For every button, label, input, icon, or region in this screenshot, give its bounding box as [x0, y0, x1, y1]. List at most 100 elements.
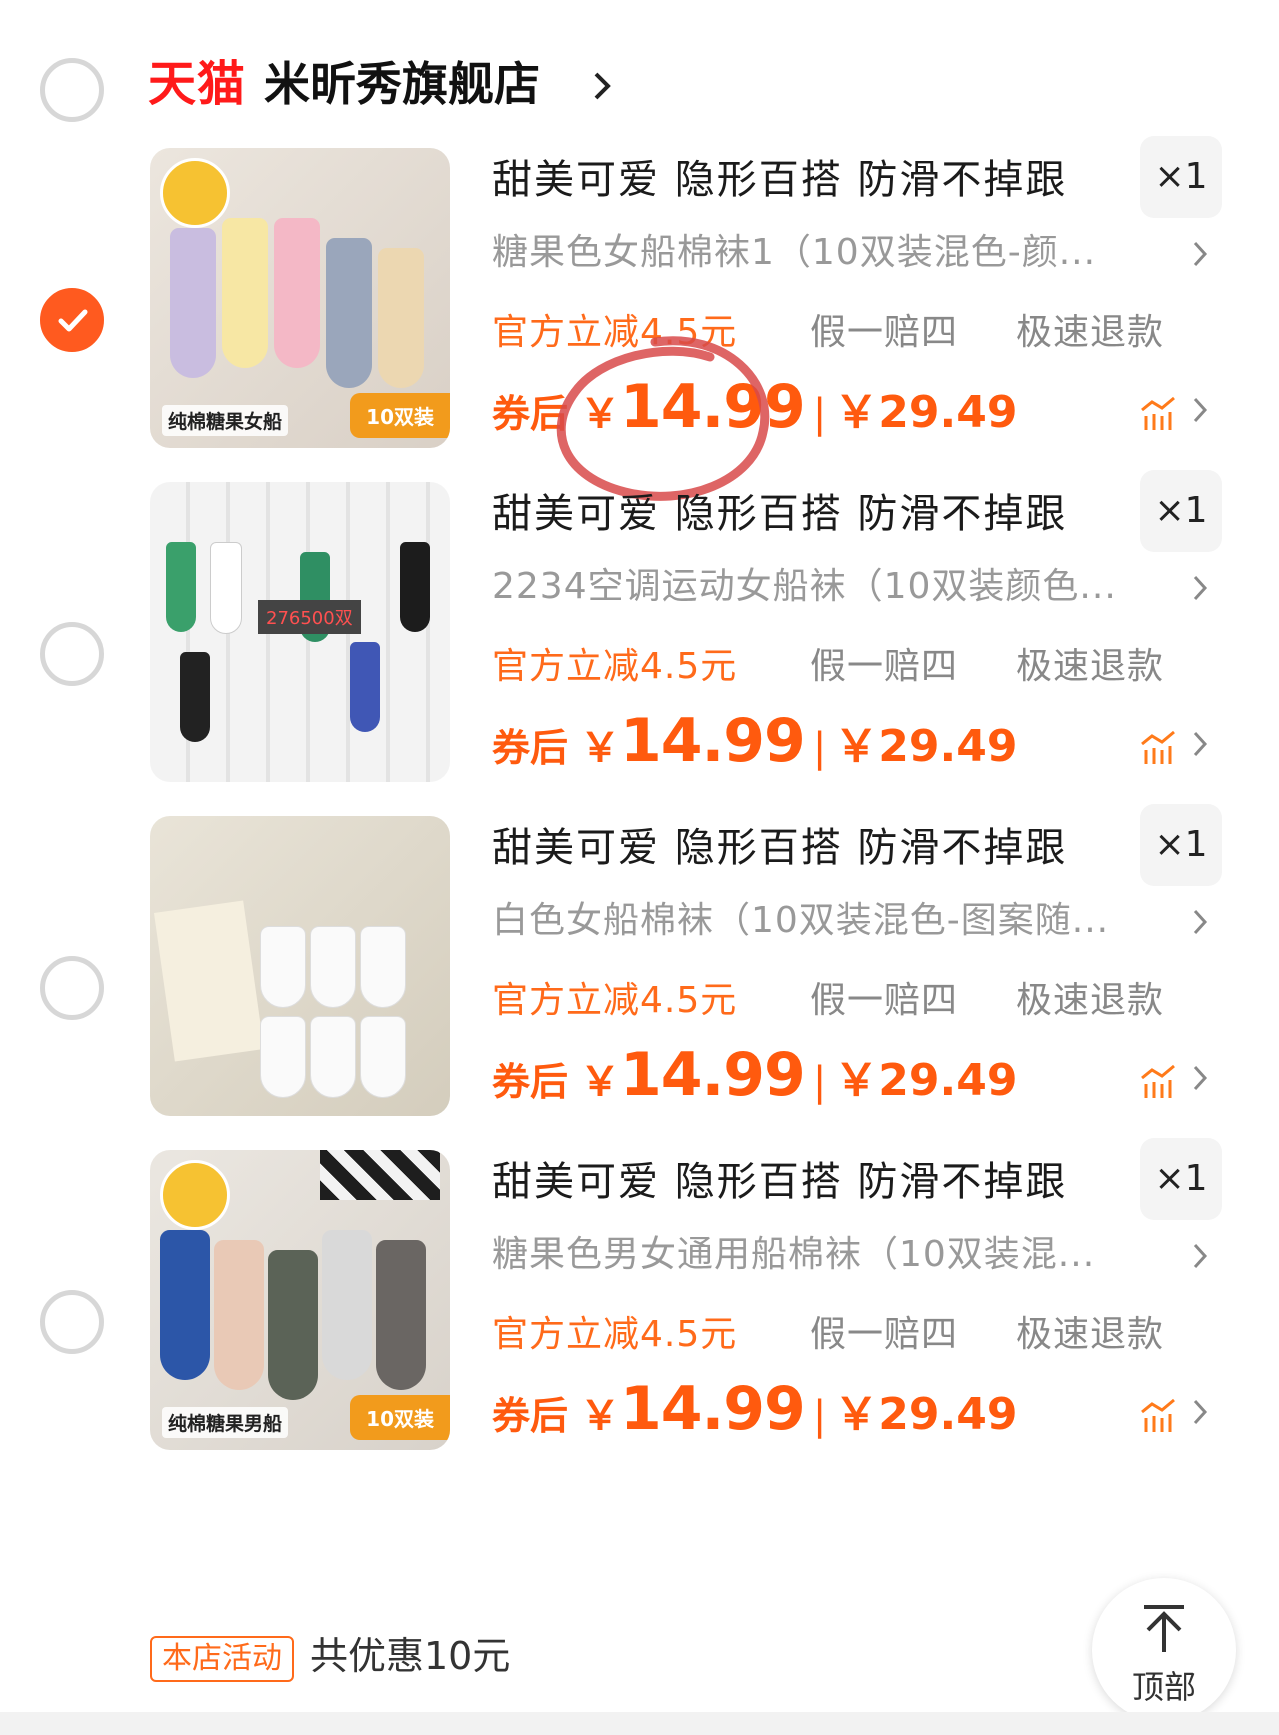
- store-select-radio[interactable]: [40, 58, 104, 122]
- after-coupon-price: 14.99: [620, 706, 806, 776]
- activity-discount-text: 共优惠10元: [310, 1634, 511, 1678]
- product-thumbnail[interactable]: [150, 816, 450, 1116]
- sock-image: [214, 1240, 264, 1390]
- chevron-right-icon[interactable]: [592, 70, 612, 102]
- chevron-right-icon[interactable]: [1192, 730, 1208, 758]
- item-select-radio[interactable]: [40, 956, 104, 1020]
- price-row: 券后 ￥14.99 | ￥29.49: [492, 1374, 1017, 1454]
- product-title[interactable]: 甜美可爱 隐形百搭 防滑不掉跟: [492, 820, 1067, 876]
- product-thumbnail[interactable]: 纯棉糖果女船 10双装: [150, 148, 450, 448]
- chevron-right-icon[interactable]: [1192, 1398, 1208, 1426]
- quantity-button[interactable]: ×1: [1140, 1138, 1222, 1220]
- promo-refund-tag: 极速退款: [1016, 1314, 1165, 1355]
- bottom-divider: [0, 1712, 1279, 1735]
- sock-image: [310, 926, 356, 1008]
- pack-badge: 10双装: [350, 393, 450, 438]
- sock-image: [268, 1250, 318, 1400]
- original-price: ￥29.49: [834, 1389, 1018, 1440]
- promo-guarantee-tag: 假一赔四: [810, 980, 959, 1021]
- quantity-button[interactable]: ×1: [1140, 470, 1222, 552]
- original-price: ￥29.49: [834, 1055, 1018, 1106]
- after-coupon-price: 14.99: [620, 1374, 806, 1444]
- sku-selector[interactable]: 糖果色男女通用船棉袜（10双装混...: [492, 1230, 1192, 1280]
- chevron-right-icon[interactable]: [1192, 574, 1208, 602]
- promo-guarantee-tag: 假一赔四: [810, 312, 959, 353]
- sock-image: [322, 1230, 372, 1380]
- sock-image: [376, 1240, 426, 1390]
- sock-image: [210, 542, 242, 634]
- original-price: ￥29.49: [834, 387, 1018, 438]
- after-coupon-price: 14.99: [620, 372, 806, 442]
- back-to-top-button[interactable]: 顶部: [1092, 1578, 1236, 1722]
- yen-symbol: ￥: [580, 1059, 621, 1105]
- product-title[interactable]: 甜美可爱 隐形百搭 防滑不掉跟: [492, 486, 1067, 542]
- product-title[interactable]: 甜美可爱 隐形百搭 防滑不掉跟: [492, 1154, 1067, 1210]
- product-title[interactable]: 甜美可爱 隐形百搭 防滑不掉跟: [492, 152, 1067, 208]
- cart-item: 纯棉糖果女船 10双装 甜美可爱 隐形百搭 防滑不掉跟 ×1 糖果色女船棉袜1（…: [0, 136, 1279, 478]
- promo-discount-tag: 官方立减4.5元: [492, 646, 738, 687]
- chevron-right-icon[interactable]: [1192, 1064, 1208, 1092]
- sock-image: [274, 218, 320, 368]
- store-header: 天猫 米昕秀旗舰店: [0, 40, 1279, 130]
- after-coupon-label: 券后: [492, 726, 569, 770]
- sock-image: [350, 642, 380, 732]
- promo-refund-tag: 极速退款: [1016, 646, 1165, 687]
- back-to-top-label: 顶部: [1131, 1668, 1196, 1706]
- promo-guarantee-tag: 假一赔四: [810, 1314, 959, 1355]
- cart-item: 276500双 甜美可爱 隐形百搭 防滑不掉跟 ×1 2234空调运动女船袜（1…: [0, 470, 1279, 812]
- sock-image: [180, 652, 210, 742]
- promo-refund-tag: 极速退款: [1016, 312, 1165, 353]
- product-thumbnail[interactable]: 纯棉糖果男船 10双装: [150, 1150, 450, 1450]
- promo-guarantee-tag: 假一赔四: [810, 646, 959, 687]
- item-select-radio[interactable]: [40, 1290, 104, 1354]
- sku-selector[interactable]: 糖果色女船棉袜1（10双装混色-颜...: [492, 228, 1192, 278]
- store-activity-tag[interactable]: 本店活动: [150, 1636, 294, 1682]
- promo-refund-tag: 极速退款: [1016, 980, 1165, 1021]
- after-coupon-label: 券后: [492, 1394, 569, 1438]
- price-trend-icon[interactable]: [1140, 1064, 1180, 1100]
- sock-image: [378, 248, 424, 388]
- sock-image: [222, 218, 268, 368]
- chevron-right-icon[interactable]: [1192, 396, 1208, 424]
- check-icon: [58, 309, 88, 332]
- promo-discount-tag: 官方立减4.5元: [492, 312, 738, 353]
- yen-symbol: ￥: [580, 391, 621, 437]
- sales-count-badge: 276500双: [258, 600, 361, 634]
- price-trend-icon[interactable]: [1140, 730, 1180, 766]
- thumbnail-caption: 纯棉糖果男船: [162, 1407, 289, 1438]
- product-thumbnail[interactable]: 276500双: [150, 482, 450, 782]
- sock-image: [360, 1016, 406, 1098]
- item-select-radio-checked[interactable]: [40, 288, 104, 352]
- thumbnail-caption: 纯棉糖果女船: [162, 405, 289, 436]
- sock-image: [360, 926, 406, 1008]
- item-select-radio[interactable]: [40, 622, 104, 686]
- sock-image: [160, 1230, 210, 1380]
- chevron-right-icon[interactable]: [1192, 1242, 1208, 1270]
- original-price: ￥29.49: [834, 721, 1018, 772]
- price-separator: |: [812, 725, 827, 771]
- yen-symbol: ￥: [580, 725, 621, 771]
- store-name-link[interactable]: 米昕秀旗舰店: [264, 56, 540, 112]
- quantity-button[interactable]: ×1: [1140, 804, 1222, 886]
- cart-item: 纯棉糖果男船 10双装 甜美可爱 隐形百搭 防滑不掉跟 ×1 糖果色男女通用船棉…: [0, 1138, 1279, 1480]
- tmall-logo: 天猫: [148, 56, 247, 112]
- arrow-up-icon: [1144, 1605, 1184, 1652]
- price-separator: |: [812, 1059, 827, 1105]
- sock-image: [260, 1016, 306, 1098]
- price-trend-icon[interactable]: [1140, 1398, 1180, 1434]
- yen-symbol: ￥: [580, 1393, 621, 1439]
- chevron-right-icon[interactable]: [1192, 908, 1208, 936]
- price-separator: |: [812, 391, 827, 437]
- price-row: 券后 ￥14.99 | ￥29.49: [492, 372, 1017, 452]
- quantity-button[interactable]: ×1: [1140, 136, 1222, 218]
- book-image: [153, 900, 265, 1062]
- chevron-right-icon[interactable]: [1192, 240, 1208, 268]
- sock-image: [400, 542, 430, 632]
- sku-selector[interactable]: 白色女船棉袜（10双装混色-图案随...: [492, 896, 1192, 946]
- price-row: 券后 ￥14.99 | ￥29.49: [492, 706, 1017, 786]
- after-coupon-price: 14.99: [620, 1040, 806, 1110]
- sock-image: [166, 542, 196, 632]
- sku-selector[interactable]: 2234空调运动女船袜（10双装颜色...: [492, 562, 1192, 612]
- after-coupon-label: 券后: [492, 392, 569, 436]
- price-trend-icon[interactable]: [1140, 396, 1180, 432]
